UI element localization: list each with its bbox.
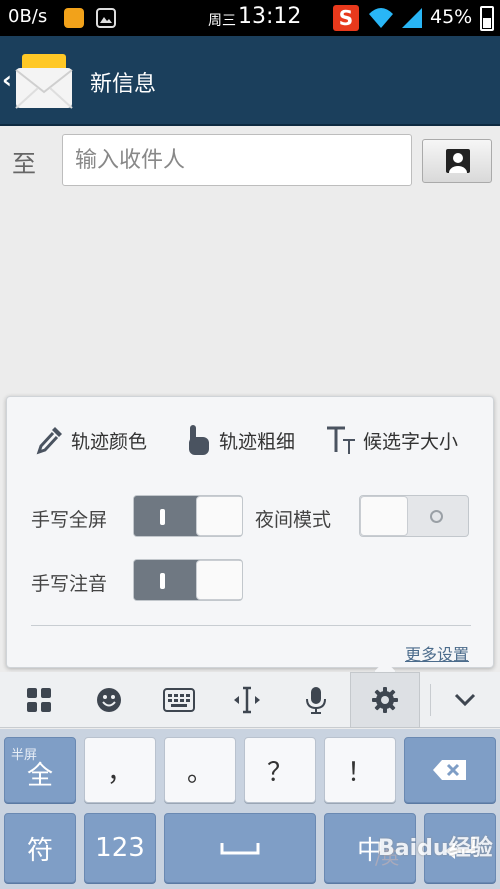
candidate-size-option[interactable]: 候选字大小 bbox=[325, 423, 458, 457]
pinyin-toggle[interactable] bbox=[133, 559, 243, 601]
signal-icon bbox=[402, 8, 422, 28]
keyboard: 半屏 全 ， 。 ？ ！ 符 123 中 /英 bbox=[0, 729, 500, 889]
toolbar-cursor-button[interactable] bbox=[212, 672, 282, 728]
pinyin-label: 手写注音 bbox=[31, 573, 108, 595]
watermark: Baidu经验 bbox=[378, 836, 493, 861]
text-size-icon bbox=[327, 426, 355, 454]
more-settings-link[interactable]: 更多设置 bbox=[405, 641, 469, 665]
fullscreen-toggle[interactable] bbox=[133, 495, 243, 537]
half-screen-label: 半屏 bbox=[11, 748, 38, 763]
battery-icon bbox=[480, 6, 494, 31]
cursor-icon bbox=[234, 686, 260, 714]
emoji-icon bbox=[97, 688, 121, 712]
title-bar: ‹ 新信息 bbox=[0, 36, 500, 126]
ime-toolbar bbox=[0, 672, 500, 728]
image-icon bbox=[96, 8, 116, 28]
space-icon bbox=[220, 843, 260, 855]
trail-width-label: 轨迹粗细 bbox=[219, 430, 296, 453]
divider bbox=[31, 625, 471, 626]
night-mode-toggle[interactable] bbox=[359, 495, 469, 537]
half-full-key[interactable]: 半屏 全 bbox=[4, 737, 76, 803]
keyboard-icon bbox=[163, 688, 195, 712]
contact-icon bbox=[446, 149, 470, 173]
chevron-down-icon bbox=[454, 693, 476, 707]
period-key[interactable]: 。 bbox=[164, 737, 236, 803]
symbols-key[interactable]: 符 bbox=[4, 813, 76, 883]
notification-app-icon bbox=[64, 8, 84, 28]
gear-icon bbox=[372, 687, 398, 713]
backspace-icon bbox=[433, 760, 466, 780]
trail-color-label: 轨迹颜色 bbox=[71, 430, 148, 453]
net-speed: 0B/s bbox=[8, 6, 48, 27]
trail-color-option[interactable]: 轨迹颜色 bbox=[35, 423, 147, 457]
question-key[interactable]: ？ bbox=[244, 737, 316, 803]
battery-percent: 45% bbox=[430, 6, 473, 28]
toolbar-collapse-button[interactable] bbox=[430, 672, 500, 728]
weekday: 周三 bbox=[208, 13, 236, 29]
comma-key[interactable]: ， bbox=[84, 737, 156, 803]
wifi-icon bbox=[369, 8, 393, 28]
contact-picker-button[interactable] bbox=[422, 139, 492, 183]
space-key[interactable] bbox=[164, 813, 316, 883]
toolbar-keyboard-button[interactable] bbox=[144, 672, 214, 728]
clock: 13:12 bbox=[238, 4, 302, 29]
to-label: 至 bbox=[12, 150, 36, 178]
trail-width-option[interactable]: 轨迹粗细 bbox=[183, 423, 295, 457]
night-mode-label: 夜间模式 bbox=[255, 509, 332, 531]
recipient-input[interactable] bbox=[62, 134, 412, 186]
finger-icon bbox=[189, 425, 209, 455]
page-title: 新信息 bbox=[90, 72, 157, 97]
dropper-icon bbox=[36, 427, 62, 455]
numbers-key[interactable]: 123 bbox=[84, 813, 156, 883]
toolbar-settings-button[interactable] bbox=[350, 672, 420, 728]
handwriting-settings-popup: 轨迹颜色 轨迹粗细 候选字大小 手写全屏 夜间模式 手写注音 更多设置 bbox=[6, 396, 494, 684]
exclamation-key[interactable]: ！ bbox=[324, 737, 396, 803]
envelope-icon[interactable] bbox=[14, 50, 74, 112]
mic-icon bbox=[306, 687, 326, 714]
sogou-icon: S bbox=[333, 5, 359, 31]
toolbar-emoji-button[interactable] bbox=[74, 672, 144, 728]
status-bar: 0B/s 周三 13:12 S 45% bbox=[0, 0, 500, 36]
candidate-size-label: 候选字大小 bbox=[363, 430, 459, 453]
toolbar-grid-button[interactable] bbox=[4, 672, 74, 728]
fullscreen-label: 手写全屏 bbox=[31, 509, 108, 531]
backspace-key[interactable] bbox=[404, 737, 496, 803]
back-chevron-icon[interactable]: ‹ bbox=[2, 66, 12, 94]
grid-icon bbox=[27, 688, 51, 712]
toolbar-mic-button[interactable] bbox=[281, 672, 351, 728]
